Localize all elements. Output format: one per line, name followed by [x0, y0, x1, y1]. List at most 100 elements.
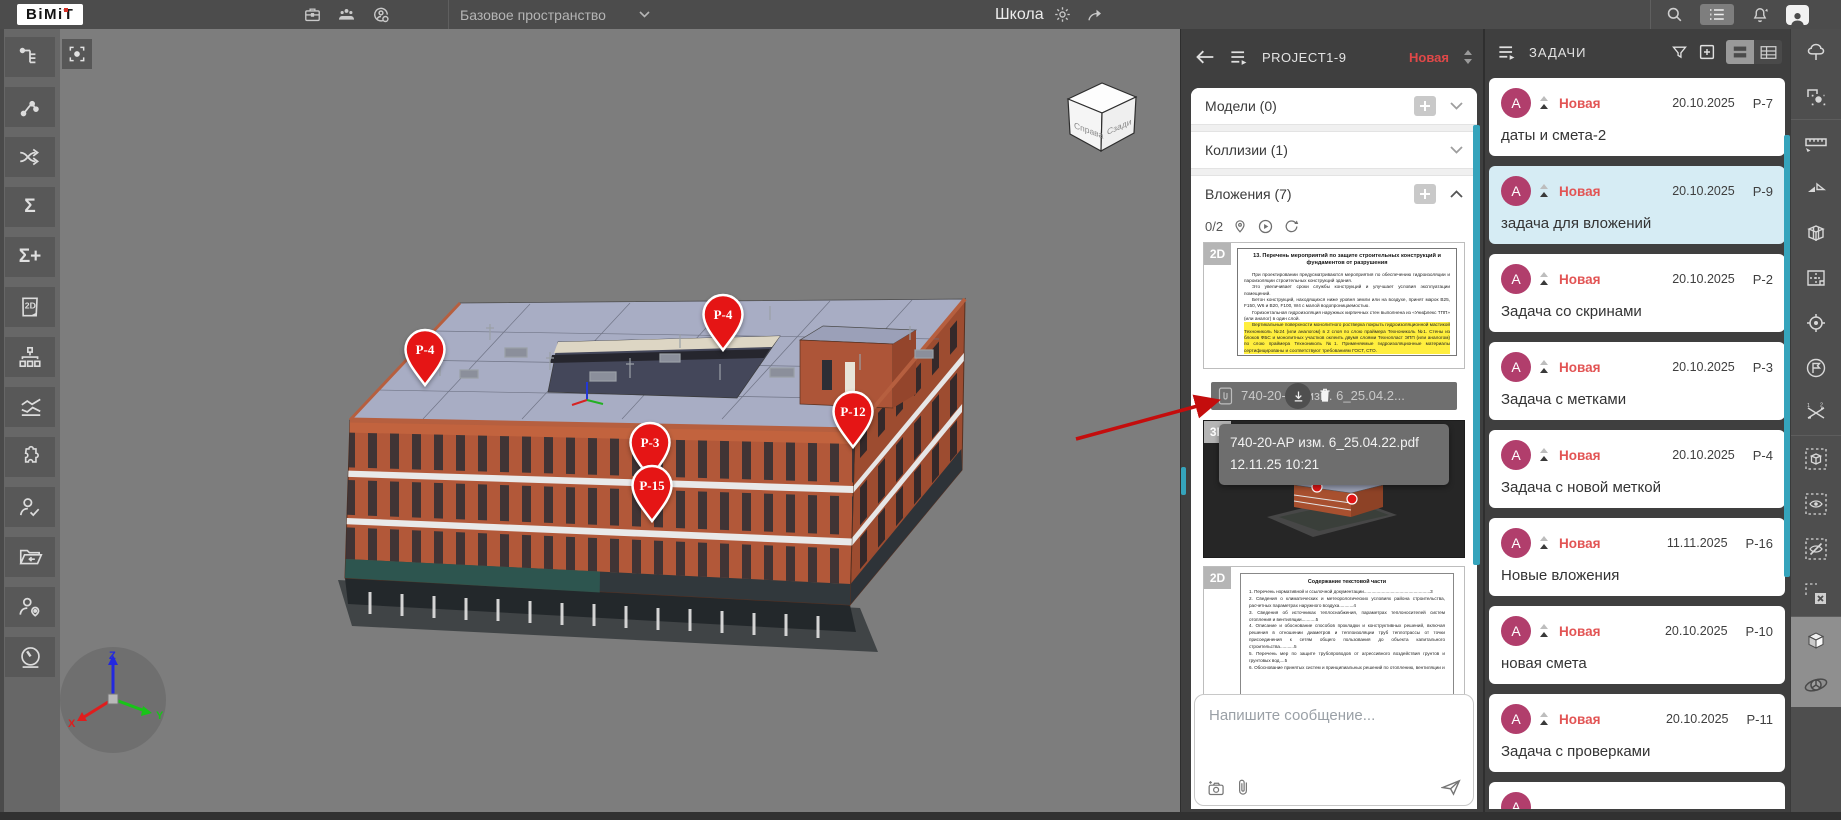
filter-funnel-icon[interactable] — [1671, 44, 1688, 61]
task-card-selected[interactable]: A Новая 20.10.2025 P-9 задача для вложен… — [1489, 166, 1785, 244]
play-icon[interactable] — [1257, 218, 1274, 235]
attachment-file-row[interactable]: 740-20-АР изм. 6_25.04.2... — [1211, 382, 1457, 410]
support-user-icon[interactable] — [371, 5, 391, 25]
add-model-button[interactable] — [1414, 96, 1436, 116]
project-detail-panel: PROJECT1-9 Новая Модели (0) Коллизии (1) — [1180, 29, 1483, 812]
badge-2d: 2D — [1204, 567, 1231, 589]
show-selection-button[interactable] — [1791, 481, 1841, 526]
delete-button[interactable] — [1317, 385, 1333, 405]
orbit-mode-button[interactable] — [1791, 662, 1841, 707]
attachment-preview-toc[interactable]: 2D Содержание текстовой части 1. Перечен… — [1203, 566, 1465, 706]
team-icon[interactable] — [336, 5, 357, 24]
app-logo[interactable]: BiMiT — [17, 4, 83, 25]
notifications-bell-icon[interactable] — [1750, 5, 1770, 25]
back-arrow-icon[interactable] — [1195, 49, 1215, 65]
attachment-preview-document[interactable]: 2D 13. Перечень мероприятий по защите ст… — [1203, 242, 1465, 369]
model-tree-button[interactable] — [1791, 29, 1841, 74]
fit-view-button[interactable] — [62, 39, 92, 69]
navigation-cube[interactable]: Справа Сзади — [1052, 75, 1148, 161]
cards-view-button[interactable] — [1726, 40, 1754, 64]
task-title: Задача с новой меткой — [1501, 479, 1773, 496]
task-id: P-2 — [1753, 272, 1773, 287]
shared-folder-button[interactable] — [5, 537, 55, 577]
chevron-up-icon[interactable] — [1450, 190, 1463, 198]
clear-selection-button[interactable] — [1791, 571, 1841, 616]
select-elements-button[interactable] — [1791, 74, 1841, 119]
projects-briefcase-icon[interactable] — [303, 5, 322, 24]
viewpoint-pin[interactable]: P-4 — [700, 293, 746, 353]
viewpoint-pin[interactable]: P-4 — [402, 328, 448, 388]
task-card[interactable]: A Новая 20.10.2025 P-3 Задача с метками — [1489, 342, 1785, 420]
workspace-selector[interactable]: Базовое пространство — [460, 0, 650, 29]
chevron-down-icon[interactable] — [1450, 102, 1463, 110]
clip-plane-button[interactable] — [1791, 165, 1841, 210]
sum-add-button[interactable]: Σ+ — [5, 237, 55, 277]
shaded-mode-button[interactable] — [1791, 617, 1841, 662]
send-icon[interactable] — [1441, 779, 1461, 796]
detail-scrollbar[interactable] — [1473, 125, 1480, 565]
plus-icon — [1419, 100, 1431, 112]
merge-nodes-button[interactable] — [5, 87, 55, 127]
tasks-list-icon[interactable] — [1497, 44, 1516, 60]
task-card[interactable]: A Новая 11.11.2025 P-16 Новые вложения — [1489, 518, 1785, 596]
attachment-file-icon — [1218, 387, 1233, 405]
task-card[interactable]: A Новая 20.10.2025 P-4 Задача с новой ме… — [1489, 430, 1785, 508]
hide-dimensions-button[interactable]: 12 — [1791, 390, 1841, 435]
task-card[interactable]: A Новая 20.10.2025 P-10 новая смета — [1489, 606, 1785, 684]
refresh-icon[interactable] — [1283, 218, 1300, 235]
screenshot-camera-icon[interactable] — [1207, 778, 1226, 796]
task-card[interactable]: A Новая 20.10.2025 P-2 Задача со скринам… — [1489, 254, 1785, 332]
floorplan-button[interactable] — [1791, 255, 1841, 300]
avatar: A — [1501, 792, 1531, 809]
flag-button[interactable] — [1791, 345, 1841, 390]
twod-icon-label: 2D — [25, 301, 36, 311]
user-location-button[interactable] — [5, 587, 55, 627]
sigma-plus-icon: Σ+ — [19, 246, 42, 268]
pin-marker-icon[interactable] — [1232, 218, 1248, 235]
sum-button[interactable]: Σ — [5, 187, 55, 227]
message-input[interactable] — [1195, 695, 1473, 769]
chevron-down-icon[interactable] — [1450, 146, 1463, 154]
measure-button[interactable] — [1791, 120, 1841, 165]
detail-list-icon[interactable] — [1229, 49, 1248, 65]
structure-tree-button[interactable] — [5, 37, 55, 77]
share-icon[interactable] — [1085, 6, 1105, 24]
search-icon[interactable] — [1665, 5, 1684, 24]
isolate-selection-button[interactable] — [1791, 436, 1841, 481]
add-attachment-button[interactable] — [1414, 184, 1436, 204]
hierarchy-button[interactable] — [5, 337, 55, 377]
section-models[interactable]: Модели (0) — [1191, 88, 1477, 125]
task-card[interactable]: A Новая 20.10.2025 P-11 Задача с проверк… — [1489, 694, 1785, 772]
project-status-badge: Новая — [1409, 50, 1449, 65]
section-attachments[interactable]: Вложения (7) — [1191, 176, 1477, 212]
add-task-button[interactable] — [1698, 43, 1716, 61]
detail-left-scroll-indicator[interactable] — [1181, 467, 1186, 495]
task-list-view-button[interactable] — [1700, 4, 1734, 25]
topbar-left-icons — [303, 0, 391, 29]
gear-icon[interactable] — [1053, 5, 1072, 24]
viewpoint-pin[interactable]: P-15 — [629, 464, 675, 524]
attachments-toolbar: 0/2 — [1191, 212, 1477, 240]
user-avatar-icon[interactable] — [1786, 5, 1809, 25]
attach-paperclip-icon[interactable] — [1236, 778, 1250, 796]
table-view-button[interactable] — [1754, 40, 1782, 64]
plugins-button[interactable] — [5, 437, 55, 477]
section-collisions[interactable]: Коллизии (1) — [1191, 132, 1477, 169]
status-badge: Новая — [1559, 624, 1601, 639]
sort-arrows-icon[interactable] — [1463, 49, 1473, 65]
locate-target-button[interactable] — [1791, 300, 1841, 345]
charts-button[interactable] — [5, 387, 55, 427]
shuffle-connections-button[interactable] — [5, 137, 55, 177]
drawings-2d-button[interactable]: 2D — [5, 287, 55, 327]
detail-body: Модели (0) Коллизии (1) Вложения (7) — [1191, 88, 1477, 809]
task-card-partial[interactable]: A — [1489, 782, 1785, 809]
assignee-check-button[interactable] — [5, 487, 55, 527]
task-card[interactable]: A Новая 20.10.2025 P-7 даты и смета-2 — [1489, 78, 1785, 156]
axis-gizmo[interactable]: Z X Y — [60, 647, 166, 753]
section-box-button[interactable] — [1791, 210, 1841, 255]
toc-item: 6. Обоснование принятых систем и принцип… — [1249, 665, 1445, 672]
viewpoint-pin[interactable]: P-12 — [830, 390, 876, 450]
hide-selection-button[interactable] — [1791, 526, 1841, 571]
download-button[interactable] — [1285, 383, 1311, 409]
gauge-button[interactable] — [5, 637, 55, 677]
